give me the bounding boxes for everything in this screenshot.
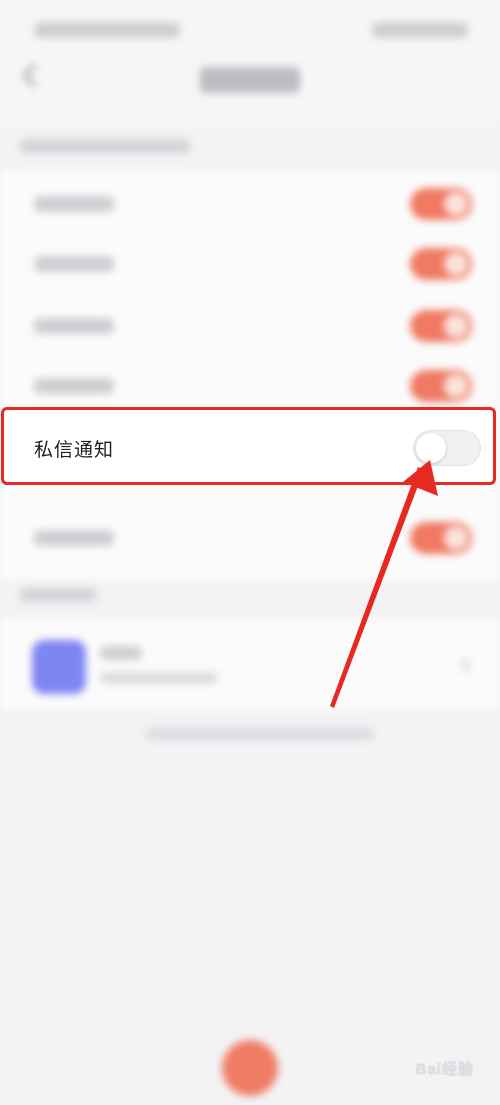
floating-action-button[interactable] [222, 1040, 278, 1096]
annotation-arrow-shaft [330, 467, 424, 708]
baidu-jingyan-watermark: Bai经验 [415, 1061, 474, 1078]
annotation-arrow-head [403, 460, 438, 496]
annotation-arrow [330, 460, 438, 708]
